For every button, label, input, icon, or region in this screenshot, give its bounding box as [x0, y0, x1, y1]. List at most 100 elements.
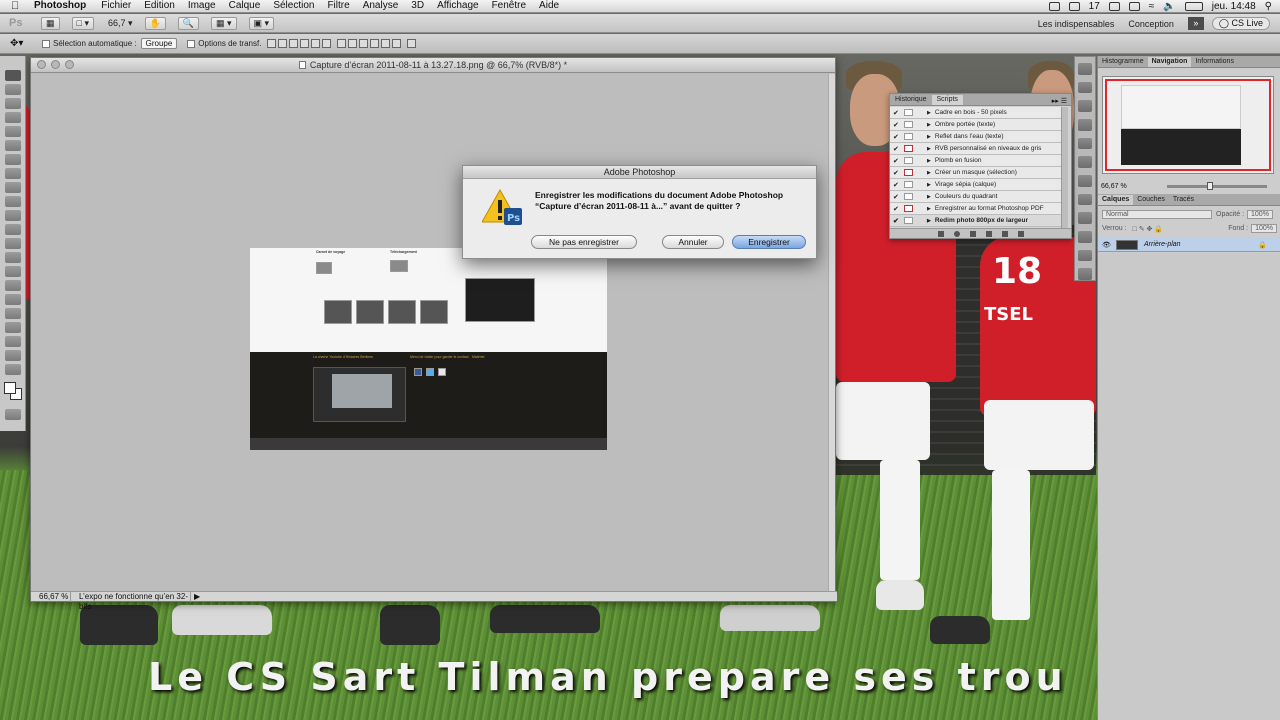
tab-scripts[interactable]: Scripts	[931, 95, 963, 105]
menu-image[interactable]: Image	[188, 0, 216, 12]
navigator-zoom-slider[interactable]	[1166, 181, 1267, 190]
hand-tool-icon[interactable]	[4, 350, 21, 361]
menu-fichier[interactable]: Fichier	[101, 0, 131, 12]
bluetooth-icon[interactable]	[1128, 2, 1140, 11]
list-item[interactable]: ✔ ▶ Ombre portée (texte)	[890, 119, 1062, 131]
new-set-icon[interactable]	[985, 230, 992, 237]
clone-source-panel-icon[interactable]	[1078, 175, 1092, 187]
marquee-tool-icon[interactable]	[4, 84, 21, 95]
workspace-design[interactable]: Conception	[1128, 19, 1174, 29]
list-item[interactable]: ✔ ▶ Reflet dans l’eau (texte)	[890, 131, 1062, 143]
bridge-button[interactable]: ▦	[41, 16, 60, 30]
healing-tool-icon[interactable]	[4, 154, 21, 165]
menu-edition[interactable]: Edition	[144, 0, 175, 12]
workspace-essentials[interactable]: Les indispensables	[1038, 19, 1115, 29]
quick-select-tool-icon[interactable]	[4, 112, 21, 123]
swatches-panel-icon[interactable]	[1078, 268, 1092, 281]
menu-affichage[interactable]: Affichage	[437, 0, 479, 12]
brushes-panel-icon[interactable]	[1078, 156, 1092, 169]
view-extras-button[interactable]: □ ▾	[71, 16, 94, 30]
lasso-tool-icon[interactable]	[4, 98, 21, 109]
list-item[interactable]: ✔ ▶ Plomb en fusion	[890, 155, 1062, 167]
path-select-tool-icon[interactable]	[4, 294, 21, 305]
type-tool-icon[interactable]	[4, 280, 21, 291]
volume-icon[interactable]: 🔈	[1163, 1, 1175, 12]
fill-field[interactable]: 100%	[1251, 224, 1277, 233]
blend-mode-select[interactable]: Normal	[1102, 210, 1212, 219]
play-icon[interactable]	[969, 230, 976, 237]
auto-align-button[interactable]	[407, 39, 417, 48]
3d-orbit-tool-icon[interactable]	[4, 336, 21, 347]
menu-aide[interactable]: Aide	[539, 0, 559, 12]
move-tool-preset-icon[interactable]: ✥▾	[10, 37, 32, 50]
lock-icons[interactable]: □ ✎ ✥ 🔒	[1133, 225, 1164, 233]
apple-icon[interactable]: 	[11, 0, 25, 12]
save-button[interactable]: Enregistrer	[732, 235, 806, 249]
tab-calques[interactable]: Calques	[1098, 195, 1134, 205]
stop-icon[interactable]	[937, 230, 944, 237]
move-tool-icon[interactable]	[4, 70, 21, 81]
character-panel-icon[interactable]	[1078, 119, 1092, 131]
auto-select-group-dropdown[interactable]: Groupe	[140, 38, 178, 49]
list-item[interactable]: ✔ ▶ Couleurs du quadrant	[890, 191, 1062, 203]
menu-3d[interactable]: 3D	[411, 0, 424, 12]
screen-icon[interactable]	[1068, 2, 1080, 11]
hand-tool-button[interactable]: ✋	[144, 16, 166, 30]
cs-live-button[interactable]: ◯ CS Live	[1211, 17, 1270, 30]
crop-tool-icon[interactable]	[4, 126, 21, 137]
actions-panel-icon[interactable]	[1078, 100, 1092, 113]
list-item[interactable]: ✔ ▶ Enregistrer au format Photoshop PDF	[890, 203, 1062, 215]
navigator-preview[interactable]	[1102, 76, 1274, 174]
distribute-buttons[interactable]	[337, 39, 402, 48]
tab-couches[interactable]: Couches	[1133, 195, 1169, 205]
record-icon[interactable]	[953, 230, 960, 237]
list-item[interactable]: ✔ ▶ Cadre en bois - 50 pixels	[890, 107, 1062, 119]
gradient-tool-icon[interactable]	[4, 224, 21, 235]
trash-icon[interactable]	[1017, 230, 1024, 237]
zoom-tool-button[interactable]: 🔍	[177, 16, 199, 30]
dropbox-icon[interactable]	[1048, 2, 1060, 11]
workspace-more-button[interactable]: »	[1187, 17, 1204, 30]
3d-rotate-tool-icon[interactable]	[4, 322, 21, 333]
eye-icon[interactable]: 👁	[1102, 241, 1112, 249]
auto-select-checkbox[interactable]: Sélection automatique :	[42, 39, 137, 48]
scripts-scrollbar[interactable]	[1061, 107, 1068, 229]
cancel-button[interactable]: Annuler	[662, 235, 724, 249]
status-zoom[interactable]: 66,67 %	[31, 591, 71, 602]
navigator-zoom-value[interactable]: 66,67 %	[1101, 183, 1127, 190]
clock[interactable]: jeu. 14:48	[1212, 1, 1256, 12]
transform-controls-checkbox[interactable]: Options de transf.	[187, 39, 261, 48]
navigator-panel-icon[interactable]	[1078, 81, 1092, 94]
spotlight-icon[interactable]: ⚲	[1265, 1, 1272, 12]
shape-tool-icon[interactable]	[4, 308, 21, 319]
eraser-tool-icon[interactable]	[4, 210, 21, 221]
menu-fenetre[interactable]: Fenêtre	[492, 0, 526, 12]
sync-icon[interactable]	[1108, 2, 1120, 11]
status-menu-arrow[interactable]: ▶	[191, 592, 200, 602]
document-titlebar[interactable]: Capture d’écran 2011-08-11 à 13.27.18.pn…	[31, 58, 835, 73]
styles-panel-icon[interactable]	[1078, 231, 1092, 243]
list-item[interactable]: ✔ ▶ Créer un masque (sélection)	[890, 167, 1062, 179]
navigator-view-box[interactable]	[1105, 79, 1271, 171]
3d-panel-icon[interactable]	[1078, 249, 1092, 262]
document-canvas[interactable]: Carnet de voyage Téléchargement La chaîn…	[31, 74, 835, 595]
menu-app-photoshop[interactable]: Photoshop	[34, 0, 86, 12]
dodge-tool-icon[interactable]	[4, 252, 21, 263]
dialog-title[interactable]: Adobe Photoshop	[463, 166, 816, 179]
menu-selection[interactable]: Sélection	[273, 0, 314, 12]
clone-stamp-tool-icon[interactable]	[4, 182, 21, 193]
list-item[interactable]: ✔ ▶ RVB personnalisé en niveaux de gris	[890, 143, 1062, 155]
eyedropper-tool-icon[interactable]	[4, 140, 21, 151]
menu-filtre[interactable]: Filtre	[327, 0, 349, 12]
tab-traces[interactable]: Tracés	[1169, 195, 1198, 205]
paragraph-panel-icon[interactable]	[1078, 137, 1092, 150]
blur-tool-icon[interactable]	[4, 238, 21, 249]
new-action-icon[interactable]	[1001, 230, 1008, 237]
list-item[interactable]: ✔ ▶ Virage sépia (calque)	[890, 179, 1062, 191]
menu-analyse[interactable]: Analyse	[363, 0, 399, 12]
adjustments-panel-icon[interactable]	[1078, 193, 1092, 206]
dont-save-button[interactable]: Ne pas enregistrer	[531, 235, 637, 249]
opacity-field[interactable]: 100%	[1247, 210, 1273, 219]
wifi-icon[interactable]: ≈	[1149, 1, 1155, 12]
tab-histogram[interactable]: Histogramme	[1098, 57, 1148, 67]
